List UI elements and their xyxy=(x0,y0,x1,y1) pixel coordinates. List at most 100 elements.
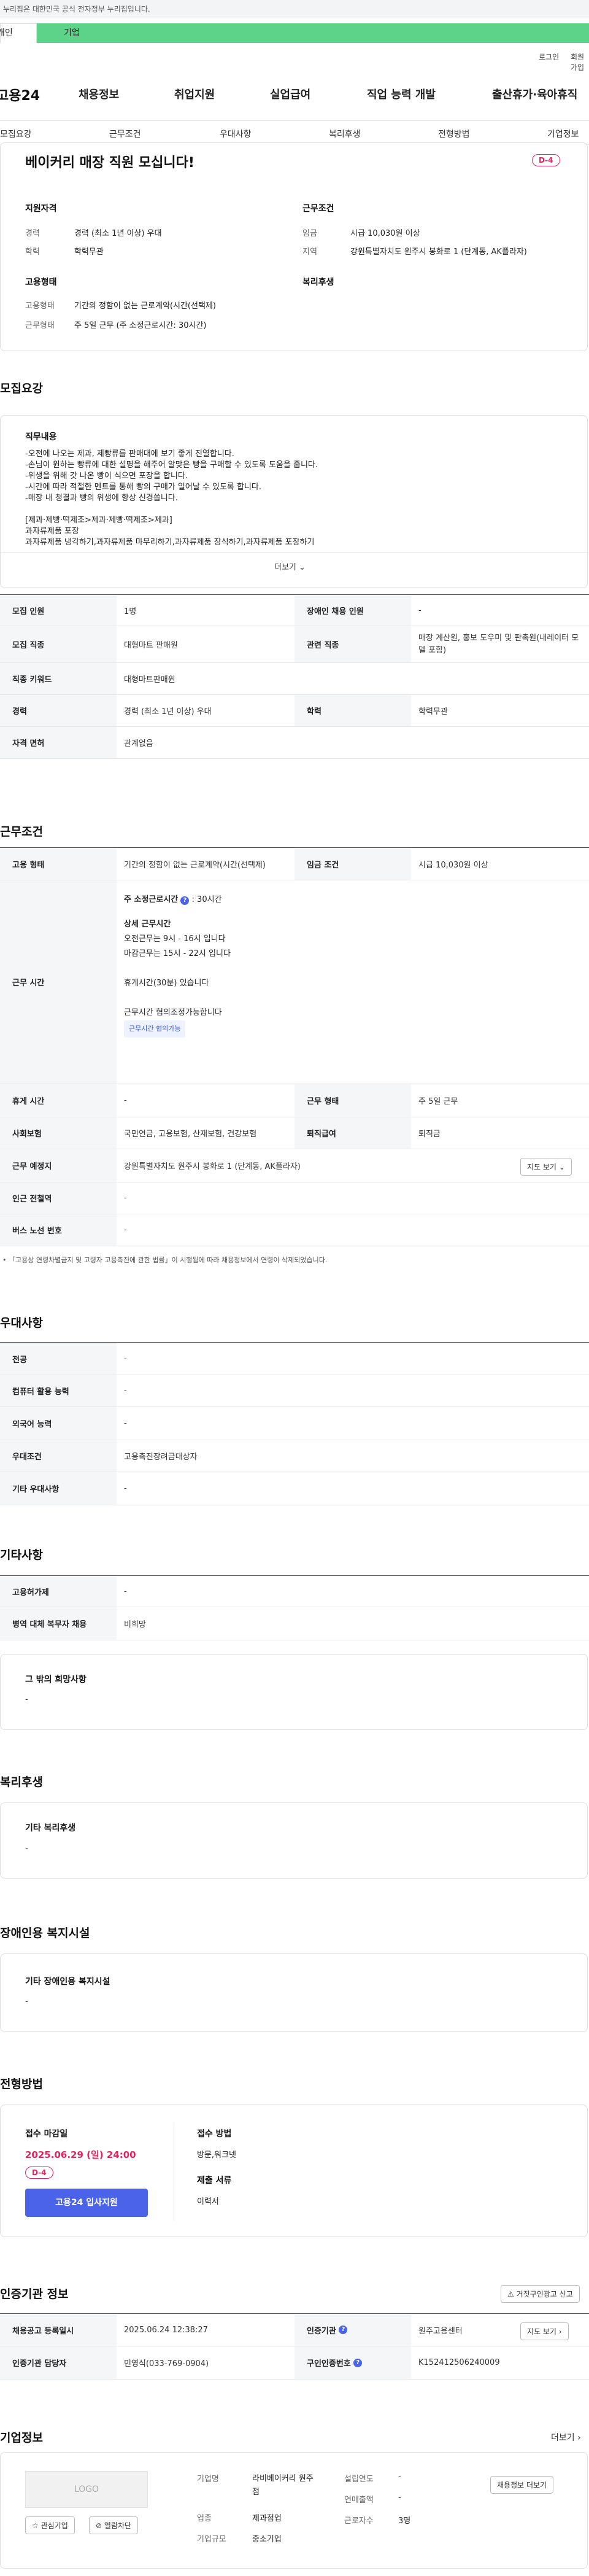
duty-line: 과자류제품 포장 xyxy=(25,527,79,536)
welfare-title: 복리후생 xyxy=(302,277,334,287)
row-value: - xyxy=(124,1586,127,1596)
qualification-title: 지원자격 xyxy=(25,204,57,214)
gnb-jobs[interactable]: 채용정보 xyxy=(79,86,119,102)
table-row: 모집 인원 1명 장애인 채용 인원 - xyxy=(0,594,589,626)
no-key-text: 구인인증번호 xyxy=(307,2359,351,2368)
row-value: 대형마트 판매원 xyxy=(124,641,178,650)
duty-line: -오전에 나오는 제과, 제빵류를 판매대에 보기 좋게 진열합니다. xyxy=(25,449,234,459)
gnb-unemployment[interactable]: 실업급여 xyxy=(270,86,310,102)
company-card: LOGO ☆ 관심기업 ⊘ 열람차단 기업명 라비베이커리 원주점 업종 제과점… xyxy=(0,2452,588,2569)
chevron-down-icon: ⌄ xyxy=(299,563,306,572)
row-key: 장애인 채용 인원 xyxy=(294,595,411,626)
row-key: 자격 면허 xyxy=(0,727,117,758)
nav-welfare[interactable]: 복리후생 xyxy=(329,128,361,140)
deadline-title: 접수 마감일 xyxy=(25,2129,68,2139)
nav-preference[interactable]: 우대사항 xyxy=(220,128,252,140)
report-ad-label: 거짓구인광고 신고 xyxy=(516,2290,573,2299)
method-title: 접수 방법 xyxy=(197,2129,232,2139)
row-key: 전공 xyxy=(0,1343,117,1375)
help-icon[interactable]: ? xyxy=(353,2358,363,2367)
row-value: 국민연금, 고용보험, 산재보험, 건강보험 xyxy=(124,1130,257,1139)
login-link[interactable]: 로그인 xyxy=(539,52,559,62)
nav-company[interactable]: 기업정보 xyxy=(547,128,579,140)
tab-business-label: 기업 xyxy=(64,28,80,38)
career-value: 경력 (최소 1년 이상) 우대 xyxy=(74,229,162,238)
gov-banner-text: 이 누리집은 대한민국 공식 전자정부 누리집입니다. xyxy=(0,5,150,14)
company-logo: LOGO xyxy=(25,2471,148,2508)
worktype-key: 근무형태 xyxy=(25,321,55,330)
help-icon[interactable]: ? xyxy=(180,896,190,905)
company-name-value: 라비베이커리 원주점 xyxy=(252,2474,314,2497)
gnb-parental-leave[interactable]: 출산휴가·육아휴직 xyxy=(492,86,577,102)
table-row: 병역 대체 복무자 채용 비희망 xyxy=(0,1607,589,1640)
detail-line: 근무시간 협의조정가능합니다 xyxy=(124,1008,222,1017)
table-row: 우대조건 고용촉진장려금대상자 xyxy=(0,1440,589,1472)
cert-map-button[interactable]: 지도 보기 › xyxy=(520,2322,569,2340)
weekly-hours-label: 주 소정근로시간 xyxy=(124,895,179,904)
row-value: - xyxy=(124,1484,127,1493)
row-key: 인증기관 ? xyxy=(294,2314,411,2346)
row-key: 고용허가제 xyxy=(0,1576,117,1607)
company-more-link[interactable]: 더보기 › xyxy=(551,2431,581,2443)
table-row: 인근 전철역 - xyxy=(0,1182,589,1214)
duty-line: [제과·제빵·떡제조>제과·제빵·떡제조>제과] xyxy=(25,516,172,525)
star-icon: ☆ xyxy=(32,2521,39,2530)
help-icon[interactable]: ? xyxy=(339,2326,348,2334)
row-value: 고용촉진장려금대상자 xyxy=(124,1453,198,1462)
more-label: 더보기 xyxy=(274,563,296,572)
size-key: 기업규모 xyxy=(197,2535,226,2544)
row-value: - xyxy=(418,605,422,615)
site-logo[interactable]: 고용24 xyxy=(0,85,44,104)
gnb-training[interactable]: 직업 능력 개발 xyxy=(367,86,436,102)
welfare-box-title: 기타 복리후생 xyxy=(25,1823,76,1833)
edu-key: 학력 xyxy=(25,247,40,257)
map-button[interactable]: 지도 보기 ⌄ xyxy=(520,1158,572,1176)
age-law-note: • 「고용상 연령차별금지 및 고령자 고용촉진에 관한 법률」이 시행됨에 따… xyxy=(2,1256,328,1264)
row-key: 모집 인원 xyxy=(0,595,117,626)
industry-key: 업종 xyxy=(197,2514,212,2523)
tab-business[interactable]: 기업 xyxy=(37,23,589,43)
gnb-employment-support[interactable]: 취업지원 xyxy=(174,86,215,102)
emptype-key: 고용형태 xyxy=(25,301,55,311)
row-key: 컴퓨터 활용 능력 xyxy=(0,1375,117,1406)
report-ad-button[interactable]: ⚠ 거짓구인광고 신고 xyxy=(501,2285,580,2303)
map-button-label: 지도 보기 xyxy=(527,1163,556,1171)
favorite-label: 관심기업 xyxy=(40,2521,68,2530)
row-value: 원주고용센터 xyxy=(418,2326,463,2336)
row-key: 학력 xyxy=(294,695,411,726)
size-value: 중소기업 xyxy=(252,2535,282,2544)
nav-recruit[interactable]: 모집요강 xyxy=(0,128,32,140)
process-card: 접수 마감일 2025.06.29 (일) 24:00 D-4 고용24 입사지… xyxy=(0,2105,588,2237)
row-value: - xyxy=(124,1096,127,1105)
nav-process[interactable]: 전형방법 xyxy=(438,128,470,140)
favorite-company-button[interactable]: ☆ 관심기업 xyxy=(25,2516,75,2534)
year-value: - xyxy=(398,2472,401,2481)
table-row: 사회보험 국민연금, 고용보험, 산재보험, 건강보험 퇴직급여 퇴직금 xyxy=(0,1117,589,1149)
duty-line: 과자류제품 냉각하기,과자류제품 마무리하기,과자류제품 장식하기,과자류제품 … xyxy=(25,538,315,547)
nav-conditions[interactable]: 근무조건 xyxy=(109,128,141,140)
block-company-button[interactable]: ⊘ 열람차단 xyxy=(89,2516,139,2534)
dday-badge: D-4 xyxy=(532,154,560,166)
row-value: 퇴직금 xyxy=(418,1130,441,1139)
more-button[interactable]: 더보기 ⌄ xyxy=(274,561,306,572)
join-link[interactable]: 회원가입 xyxy=(571,52,589,72)
apply-button[interactable]: 고용24 입사지원 xyxy=(25,2189,148,2217)
docs-title: 제출 서류 xyxy=(197,2176,232,2186)
emp-type-title: 고용형태 xyxy=(25,277,57,287)
detail-line: 휴게시간(30분) 있습니다 xyxy=(124,979,209,988)
row-key: 인증기관 담당자 xyxy=(0,2346,117,2379)
row-key: 임금 조건 xyxy=(294,848,411,880)
region-value: 강원특별자치도 원주시 봉화로 1 (단계동, AK플라자) xyxy=(350,247,527,257)
tab-personal[interactable]: 개인 xyxy=(0,23,37,43)
edu-value: 학력무관 xyxy=(74,247,104,257)
wage-value: 시급 10,030원 이상 xyxy=(350,229,420,238)
preference-section-title: 우대사항 xyxy=(0,1316,43,1330)
disabled-box-title: 기타 장애인용 복지시설 xyxy=(25,1977,110,1987)
table-row: 자격 면허 관계없음 xyxy=(0,727,589,759)
table-row: 외국어 능력 - xyxy=(0,1407,589,1440)
process-dday-badge: D-4 xyxy=(25,2167,53,2179)
company-jobs-button[interactable]: 채용정보 더보기 xyxy=(490,2476,554,2494)
job-title: 베이커리 매장 직원 모십니다! xyxy=(25,155,194,171)
row-key: 구인인증번호 ? xyxy=(294,2346,411,2379)
row-key: 외국어 능력 xyxy=(0,1407,117,1440)
